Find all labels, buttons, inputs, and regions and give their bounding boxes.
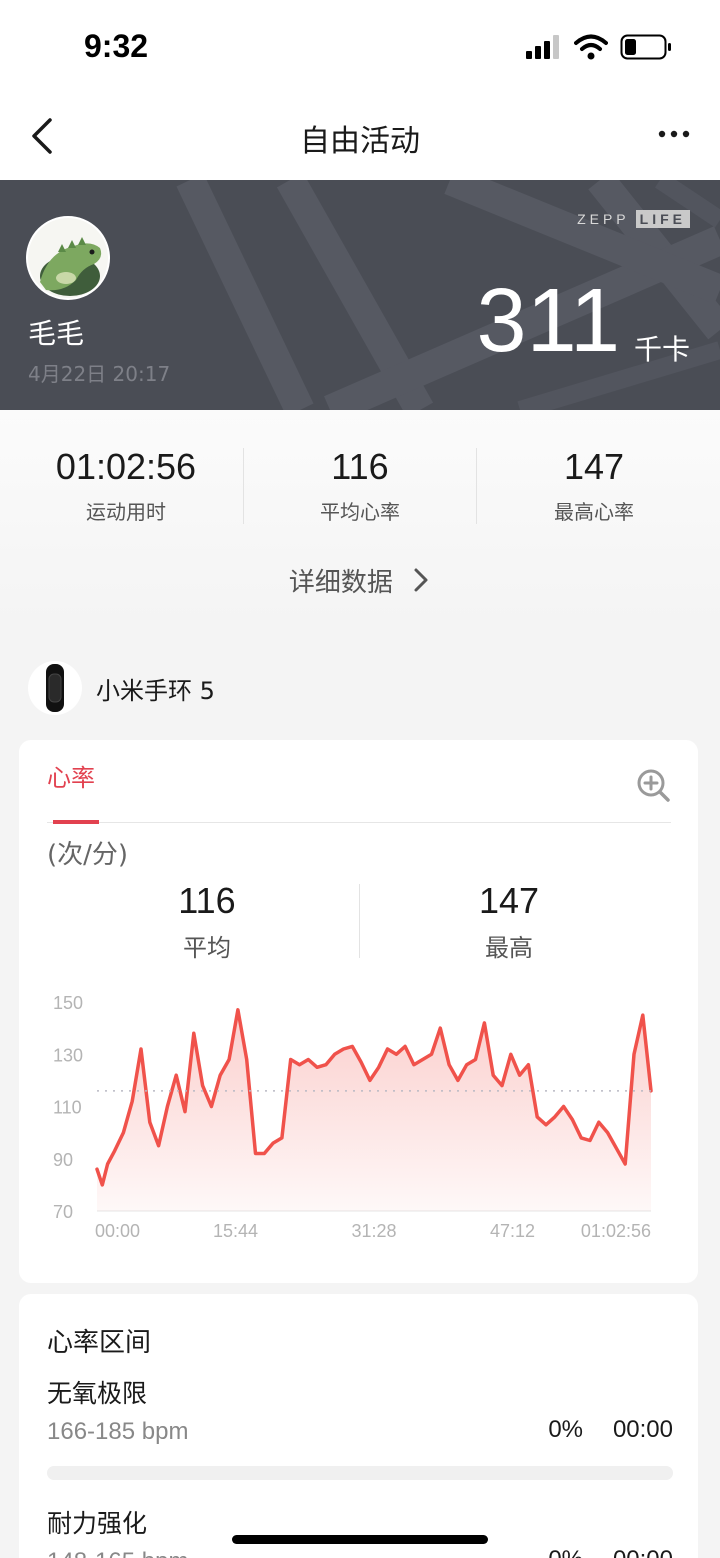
x-tick-label: 15:44 (213, 1221, 258, 1241)
duration-label: 运动用时 (86, 500, 166, 524)
status-icons (526, 34, 672, 60)
hr-avg-value: 116 (178, 880, 236, 921)
status-time: 9:32 (84, 28, 149, 64)
device-row[interactable]: 小米手环 5 (28, 660, 215, 716)
hr-max-label: 最高 (485, 934, 533, 962)
battery-icon (620, 34, 671, 60)
zone-time: 00:00 (613, 1546, 673, 1558)
calories-unit: 千卡 (633, 333, 690, 366)
heart-rate-card: 心率 (次/分) 116 平均 147 最高 150 130 110 90 70 00:0… (19, 740, 698, 1283)
hr-avg-label: 平均 (183, 934, 231, 962)
calories-value: 311 (476, 271, 620, 371)
max-heart-rate-stat: 147 最高心率 (474, 446, 714, 525)
zone-time: 00:00 (612, 1416, 673, 1443)
max-heart-rate-value: 147 (563, 446, 625, 487)
y-tick-label: 130 (53, 1045, 83, 1065)
heart-rate-chart: 150 130 110 90 70 00:00 15:44 31:28 47:12 01:02:5… (53, 993, 653, 1241)
zones-title: 心率区间 (47, 1328, 152, 1358)
x-tick-label: 00:00 (95, 1221, 140, 1241)
tab-indicator (53, 820, 99, 824)
x-tick-label: 47:12 (490, 1221, 535, 1241)
avg-heart-rate-stat: 116 平均心率 (240, 446, 480, 525)
zone-progress-bar (47, 1466, 673, 1480)
user-name: 毛毛 (28, 317, 85, 350)
zone-percent: 0% (548, 1416, 583, 1443)
device-name: 小米手环 5 (96, 676, 215, 705)
avg-heart-rate-value: 116 (331, 446, 389, 487)
signal-icon (526, 35, 559, 59)
hr-max-stat: 147 最高 (359, 880, 659, 963)
duration-value: 01:02:56 (55, 446, 197, 487)
y-tick-label: 70 (53, 1202, 73, 1222)
max-heart-rate-label: 最高心率 (554, 500, 634, 524)
heart-rate-zones-card: 心率区间 无氧极限 166-185 bpm 0% 00:00 耐力强化 148-… (19, 1294, 698, 1558)
hr-avg-stat: 116 平均 (57, 880, 357, 963)
activity-summary: 01:02:56 运动用时 116 平均心率 147 最高心率 详细数据 (0, 410, 720, 630)
x-tick-label: 31:28 (351, 1221, 396, 1241)
brand-logo: ZEPP LIFE (577, 210, 690, 228)
zone-name: 无氧极限 (47, 1379, 148, 1408)
dinosaur-avatar-icon (28, 218, 108, 298)
band-icon (28, 661, 82, 715)
duration-stat: 01:02:56 运动用时 (6, 446, 246, 525)
more-icon[interactable] (658, 124, 690, 144)
home-indicator (232, 1535, 488, 1544)
y-tick-label: 110 (53, 1098, 82, 1118)
activity-date: 4月22日 20:17 (28, 362, 171, 386)
page-title: 自由活动 (300, 124, 420, 159)
avg-heart-rate-label: 平均心率 (320, 500, 400, 524)
tab-divider (47, 822, 671, 823)
status-bar: 9:32 (0, 0, 720, 96)
zone-row: 耐力强化 148-165 bpm 0% 00:00 (47, 1504, 673, 1558)
hr-max-value: 147 (478, 880, 540, 921)
tab-heart-rate[interactable]: 心率 (47, 758, 95, 793)
y-tick-label: 90 (53, 1150, 73, 1170)
heart-rate-unit: (次/分) (47, 840, 129, 870)
y-tick-label: 150 (53, 993, 83, 1013)
chevron-right-icon (414, 568, 428, 592)
zoom-in-icon[interactable] (636, 768, 670, 802)
x-tick-label: 01:02:56 (581, 1221, 651, 1241)
detail-data-link[interactable]: 详细数据 (0, 562, 720, 599)
nav-bar: 自由活动 (0, 96, 720, 180)
detail-data-label: 详细数据 (288, 568, 393, 598)
activity-hero: ZEPP LIFE 毛毛 4月22日 20:17 311 千卡 (0, 180, 720, 410)
zone-row: 无氧极限 166-185 bpm 0% 00:00 (47, 1374, 673, 1480)
avatar[interactable] (26, 216, 110, 300)
wifi-icon (574, 34, 608, 60)
zone-percent: 0% (548, 1546, 583, 1558)
